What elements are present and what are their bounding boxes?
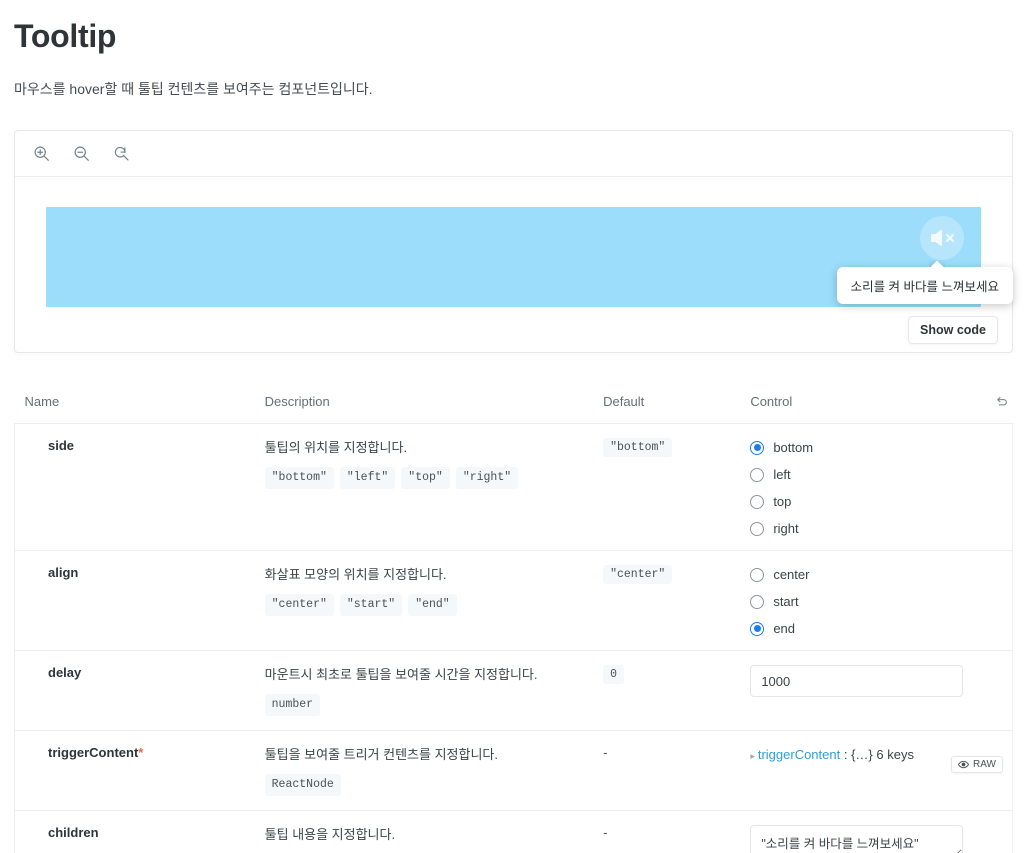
preview-card: 소리를 켜 바다를 느껴보세요 Show code <box>14 130 1013 353</box>
type-chip: "left" <box>340 467 395 489</box>
chevron-right-icon[interactable]: ▸ <box>750 751 755 761</box>
reset-icon[interactable] <box>994 394 1009 409</box>
prop-name: delay <box>25 665 81 680</box>
prop-description: 툴팁을 보여줄 트리거 컨텐츠를 지정합니다. <box>265 745 583 765</box>
prop-description: 화살표 모양의 위치를 지정합니다. <box>265 565 583 585</box>
volume-mute-icon[interactable] <box>920 216 964 260</box>
tooltip-bubble: 소리를 켜 바다를 느껴보세요 <box>837 267 1013 304</box>
prop-description: 마운트시 최초로 툴팁을 보여줄 시간을 지정합니다. <box>265 665 583 685</box>
type-chip: "center" <box>265 594 334 616</box>
preview-body: 소리를 켜 바다를 느껴보세요 Show code <box>15 177 1012 352</box>
control-radio-group-align[interactable]: center start end <box>750 565 1002 636</box>
radio-mark <box>750 495 764 509</box>
radio-option-right[interactable]: right <box>750 521 1002 536</box>
radio-label: end <box>773 621 795 636</box>
delay-input[interactable] <box>750 665 963 697</box>
object-separator: : <box>840 747 851 762</box>
show-code-button[interactable]: Show code <box>908 316 998 344</box>
prop-default-value: 0 <box>603 665 624 684</box>
radio-option-start[interactable]: start <box>750 594 1002 609</box>
table-row: triggerContent* 툴팁을 보여줄 트리거 컨텐츠를 지정합니다. … <box>15 731 1013 811</box>
radio-option-end[interactable]: end <box>750 621 1002 636</box>
object-viewer[interactable]: ▸triggerContent : {…} 6 keys RAW <box>750 745 1002 762</box>
object-key-count: 6 keys <box>876 747 914 762</box>
column-header-default: Default <box>593 385 740 424</box>
type-chip: "bottom" <box>265 467 334 489</box>
radio-label: center <box>773 567 809 582</box>
table-row: side 툴팁의 위치를 지정합니다. "bottom" "left" "top… <box>15 424 1013 551</box>
tooltip-docs-page: Tooltip 마우스를 hover할 때 툴팁 컨텐츠를 보여주는 컴포넌트입… <box>0 16 1027 853</box>
props-table: Name Description Default Control <box>14 385 1013 853</box>
object-braces: {…} <box>851 747 873 762</box>
type-chip: "right" <box>456 467 518 489</box>
radio-label: top <box>773 494 791 509</box>
prop-default-value: "center" <box>603 565 672 584</box>
radio-mark <box>750 441 764 455</box>
radio-option-top[interactable]: top <box>750 494 1002 509</box>
type-chip: "end" <box>408 594 457 616</box>
radio-option-bottom[interactable]: bottom <box>750 440 1002 455</box>
required-marker: * <box>138 745 143 760</box>
column-header-name: Name <box>15 385 255 424</box>
prop-description: 툴팁의 위치를 지정합니다. <box>265 438 583 458</box>
page-title: Tooltip <box>14 16 1013 56</box>
radio-label: bottom <box>773 440 813 455</box>
column-header-description: Description <box>255 385 593 424</box>
radio-mark <box>750 522 764 536</box>
raw-toggle-button[interactable]: RAW <box>951 756 1003 773</box>
prop-default-value: - <box>603 825 607 840</box>
type-chip: number <box>265 694 320 716</box>
control-radio-group-side[interactable]: bottom left top right <box>750 438 1002 536</box>
eye-icon <box>958 759 969 770</box>
zoom-in-icon[interactable] <box>29 142 53 166</box>
radio-label: start <box>773 594 798 609</box>
radio-mark <box>750 568 764 582</box>
hero-banner: 소리를 켜 바다를 느껴보세요 <box>46 207 981 307</box>
prop-name: children <box>25 825 99 840</box>
prop-name: triggerContent <box>25 745 138 760</box>
prop-description: 툴팁 내용을 지정합니다. <box>265 825 583 845</box>
table-row: delay 마운트시 최초로 툴팁을 보여줄 시간을 지정합니다. number… <box>15 651 1013 731</box>
prop-default-value: - <box>603 745 607 760</box>
prop-default-value: "bottom" <box>603 438 672 457</box>
prop-type-chips: ReactNode <box>265 774 583 796</box>
type-chip: "start" <box>340 594 402 616</box>
prop-type-chips: number <box>265 694 583 716</box>
prop-name: side <box>25 438 74 453</box>
radio-label: right <box>773 521 798 536</box>
page-description: 마우스를 hover할 때 툴팁 컨텐츠를 보여주는 컴포넌트입니다. <box>14 78 1013 100</box>
radio-mark <box>750 595 764 609</box>
type-chip: ReactNode <box>265 774 341 796</box>
radio-label: left <box>773 467 790 482</box>
zoom-out-icon[interactable] <box>69 142 93 166</box>
props-table-header: Name Description Default Control <box>15 385 1013 424</box>
raw-label: RAW <box>973 759 996 770</box>
table-row: align 화살표 모양의 위치를 지정합니다. "center" "start… <box>15 551 1013 651</box>
tooltip-arrow <box>929 260 945 268</box>
preview-toolbar <box>15 131 1012 177</box>
object-key: triggerContent <box>758 747 840 762</box>
prop-name: align <box>25 565 78 580</box>
prop-type-chips: "center" "start" "end" <box>265 594 583 616</box>
table-row: children 툴팁 내용을 지정합니다. ReactNode - "소리를 … <box>15 810 1013 853</box>
prop-type-chips: "bottom" "left" "top" "right" <box>265 467 583 489</box>
props-table-body: side 툴팁의 위치를 지정합니다. "bottom" "left" "top… <box>15 424 1013 853</box>
radio-mark <box>750 622 764 636</box>
radio-option-left[interactable]: left <box>750 467 1002 482</box>
type-chip: "top" <box>401 467 450 489</box>
tooltip-text: 소리를 켜 바다를 느껴보세요 <box>851 280 999 294</box>
radio-mark <box>750 468 764 482</box>
column-header-control: Control <box>740 385 983 424</box>
children-textarea[interactable]: "소리를 켜 바다를 느껴보세요" <box>750 825 963 853</box>
radio-option-center[interactable]: center <box>750 567 1002 582</box>
zoom-reset-icon[interactable] <box>109 142 133 166</box>
